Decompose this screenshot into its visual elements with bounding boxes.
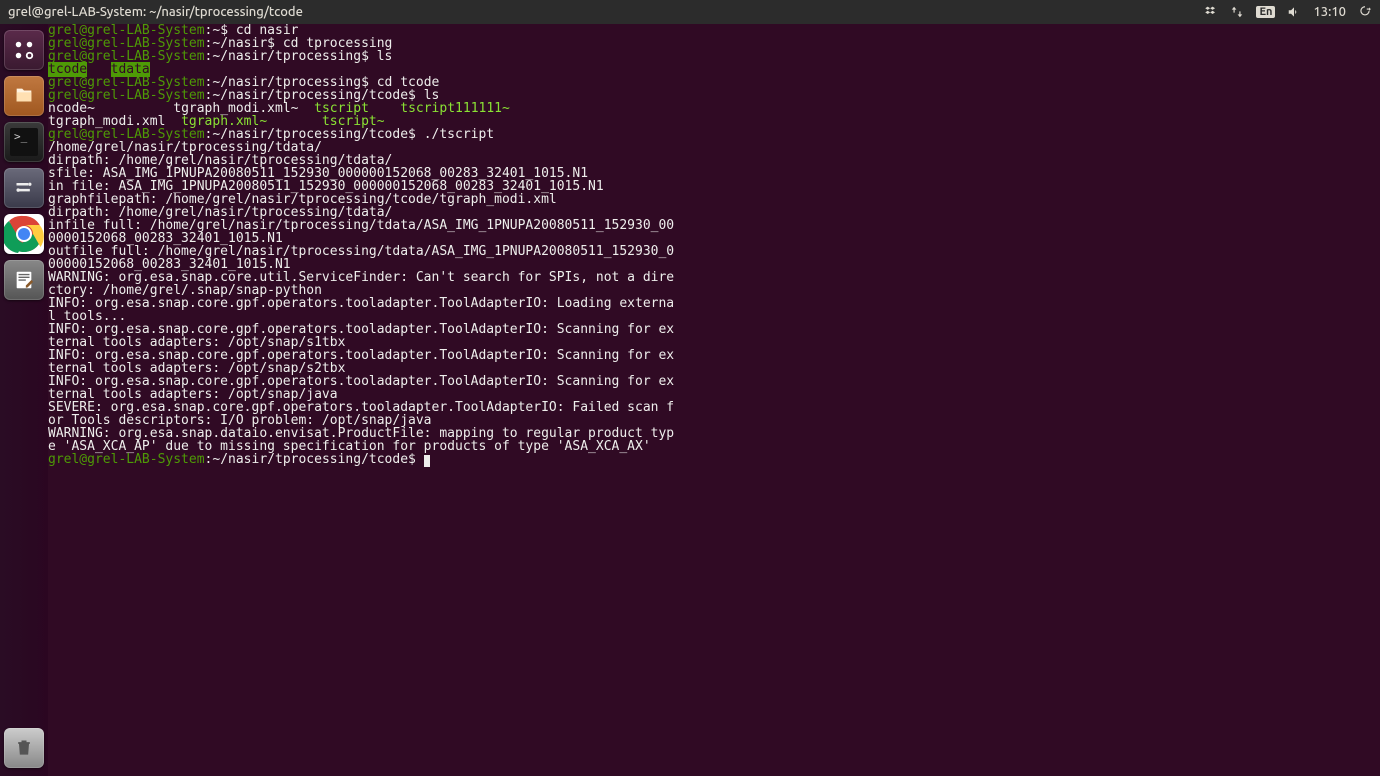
menubar: grel@grel-LAB-System: ~/nasir/tprocessin… bbox=[0, 0, 1380, 24]
sound-icon[interactable] bbox=[1287, 5, 1301, 19]
clock[interactable]: 13:10 bbox=[1313, 5, 1346, 19]
terminal-icon[interactable] bbox=[4, 122, 44, 162]
chrome-icon[interactable] bbox=[4, 214, 44, 254]
terminal-window[interactable]: grel@grel-LAB-System:~$ cd nasir grel@gr… bbox=[48, 24, 1380, 776]
terminal-output[interactable]: grel@grel-LAB-System:~$ cd nasir grel@gr… bbox=[48, 24, 1376, 467]
keyboard-language-indicator[interactable]: En bbox=[1256, 6, 1275, 18]
unity-launcher bbox=[0, 24, 48, 776]
system-settings-icon[interactable] bbox=[4, 168, 44, 208]
dash-icon[interactable] bbox=[4, 30, 44, 70]
trash-icon[interactable] bbox=[4, 728, 44, 768]
power-icon[interactable] bbox=[1358, 5, 1372, 19]
system-tray: En 13:10 bbox=[1204, 5, 1372, 19]
dropbox-icon[interactable] bbox=[1204, 5, 1218, 19]
window-title: grel@grel-LAB-System: ~/nasir/tprocessin… bbox=[8, 5, 303, 19]
files-icon[interactable] bbox=[4, 76, 44, 116]
network-icon[interactable] bbox=[1230, 5, 1244, 19]
text-editor-icon[interactable] bbox=[4, 260, 44, 300]
